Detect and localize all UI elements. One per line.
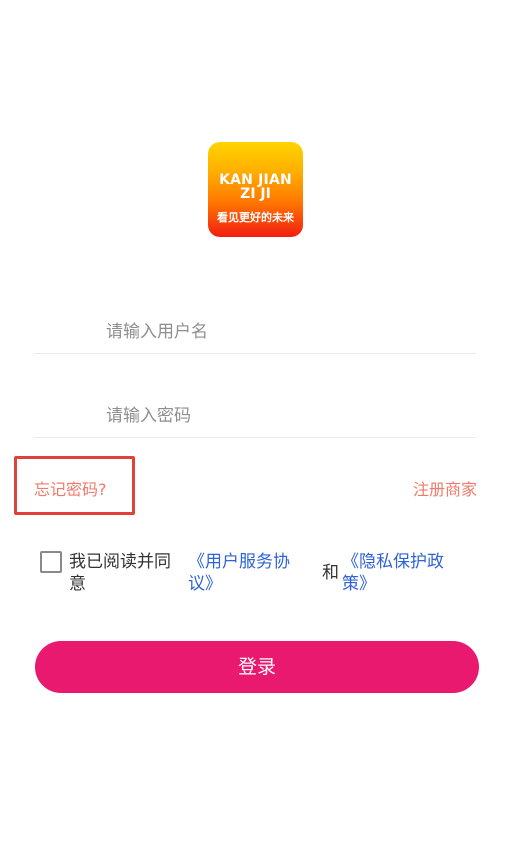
- username-field: [34, 309, 476, 354]
- login-page: KAN JIAN ZI JI 看见更好的未来 忘记密码? 注册商家 我已阅读并同…: [0, 0, 512, 858]
- forgot-password-link[interactable]: 忘记密码?: [34, 476, 107, 500]
- logo-slogan: 看见更好的未来: [217, 211, 294, 224]
- agreement-text: 我已阅读并同意: [69, 552, 171, 594]
- password-field: [34, 393, 476, 438]
- agreement-and-text: 和: [322, 563, 339, 583]
- app-logo: KAN JIAN ZI JI 看见更好的未来: [208, 142, 303, 237]
- logo-text-line1: KAN JIAN: [219, 172, 292, 188]
- privacy-policy-link[interactable]: 《隐私保护政策》: [342, 551, 462, 595]
- password-input[interactable]: [106, 401, 466, 431]
- register-merchant-link[interactable]: 注册商家: [413, 476, 477, 500]
- logo-text-line2: ZI JI: [240, 186, 271, 202]
- agreement-checkbox[interactable]: [40, 551, 62, 573]
- login-button[interactable]: 登录: [35, 641, 479, 693]
- username-input[interactable]: [106, 317, 466, 347]
- user-agreement-link[interactable]: 《用户服务协议》: [188, 551, 306, 595]
